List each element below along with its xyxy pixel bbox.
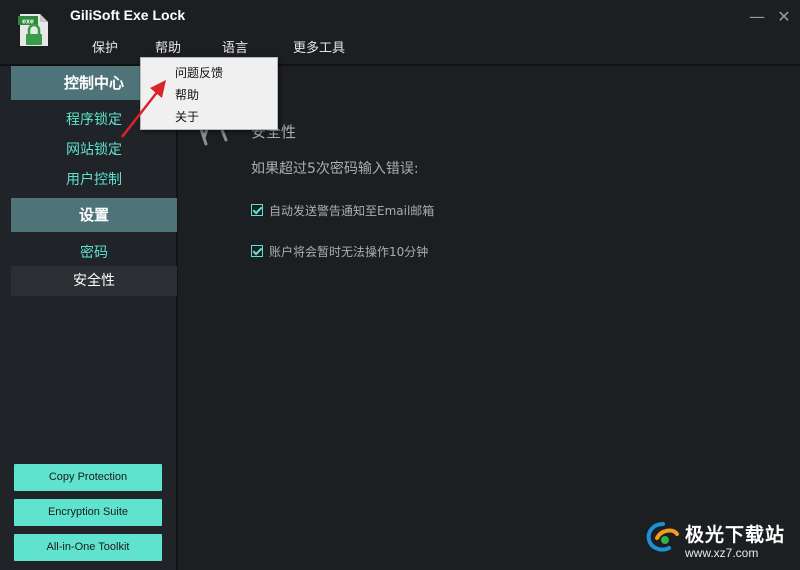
title-bar: exe GiliSoft Exe Lock — ✕ 保护 帮助 语言 更多工具 [0,0,800,64]
watermark-text: 极光下载站 [685,524,786,546]
sidebar-item-security[interactable]: 安全性 [11,266,177,296]
menu-item-feedback[interactable]: 问题反馈 [175,64,223,81]
encryption-suite-button[interactable]: Encryption Suite [14,499,162,526]
minimize-button[interactable]: — [748,8,766,26]
sidebar-item-user-control[interactable]: 用户控制 [0,169,188,189]
menu-item-about[interactable]: 关于 [175,108,199,125]
close-button[interactable]: ✕ [775,8,793,26]
menu-language[interactable]: 语言 [222,37,248,56]
watermark: 极光下载站 www.xz7.com [643,518,793,566]
copy-protection-button[interactable]: Copy Protection [14,464,162,491]
sidebar-header-settings: 设置 [11,198,177,232]
option-email-alert[interactable]: 自动发送警告通知至Email邮箱 [251,202,434,218]
watermark-url: www.xz7.com [685,546,759,560]
app-title: GiliSoft Exe Lock [70,7,186,23]
help-dropdown-menu: 问题反馈 帮助 关于 [140,57,278,130]
app-icon: exe [18,14,48,46]
menu-item-help[interactable]: 帮助 [175,86,199,103]
account-lockout-checkbox[interactable] [251,245,263,257]
section-subtitle: 如果超过5次密码输入错误: [251,161,419,177]
sidebar-item-website-lock[interactable]: 网站锁定 [0,139,188,159]
sidebar-item-password[interactable]: 密码 [0,242,188,262]
menu-more-tools[interactable]: 更多工具 [293,37,345,56]
email-alert-checkbox[interactable] [251,204,263,216]
menu-help[interactable]: 帮助 [155,37,181,56]
email-alert-label: 自动发送警告通知至Email邮箱 [269,203,435,218]
main-content: 安全性 如果超过5次密码输入错误: 自动发送警告通知至Email邮箱 账户将会暂… [180,66,800,570]
account-lockout-label: 账户将会暂时无法操作10分钟 [269,244,429,259]
sidebar: 控制中心 程序锁定 网站锁定 用户控制 设置 密码 安全性 Copy Prote… [0,66,178,570]
option-account-lockout[interactable]: 账户将会暂时无法操作10分钟 [251,243,428,259]
all-in-one-toolkit-button[interactable]: All-in-One Toolkit [14,534,162,561]
watermark-logo-icon [646,522,679,552]
menu-protect[interactable]: 保护 [92,37,118,56]
